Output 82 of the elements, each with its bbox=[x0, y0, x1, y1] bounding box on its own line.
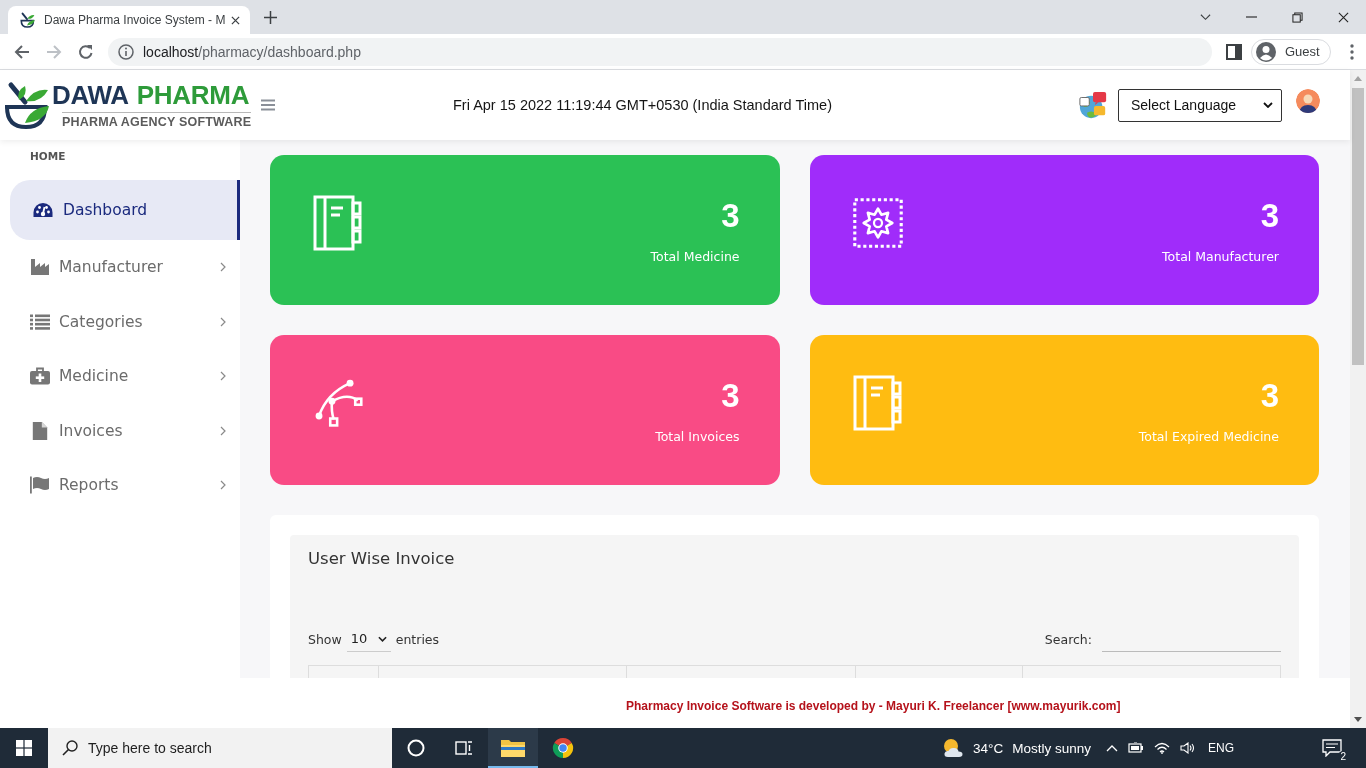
sun-cloud-icon[interactable] bbox=[942, 738, 965, 758]
scroll-down-icon[interactable] bbox=[1354, 717, 1362, 722]
flag-icon bbox=[30, 476, 50, 495]
date-time-text: Fri Apr 15 2022 11:19:44 GMT+0530 (India Standard Time) bbox=[453, 97, 832, 113]
medkit-icon bbox=[30, 367, 50, 386]
person-icon bbox=[1256, 41, 1276, 62]
chevron-right-icon bbox=[220, 480, 226, 491]
logo-tagline: PHARMA AGENCY SOFTWARE bbox=[62, 111, 252, 130]
factory-icon bbox=[30, 258, 50, 277]
scrollbar-thumb[interactable] bbox=[1352, 88, 1364, 365]
stat-count: 3 bbox=[721, 376, 740, 416]
translate-globe-icon[interactable] bbox=[1078, 90, 1108, 120]
weather-text[interactable]: Mostly sunny bbox=[1012, 740, 1091, 756]
windows-logo-icon bbox=[16, 740, 32, 756]
stat-label: Total Manufacturer bbox=[1162, 249, 1279, 264]
notebook-icon bbox=[313, 195, 363, 251]
search-icon bbox=[62, 740, 78, 756]
mortar-leaf-icon bbox=[4, 80, 52, 130]
sidebar-item[interactable]: Medicine bbox=[0, 349, 240, 404]
notebook-icon bbox=[852, 375, 903, 431]
user-avatar-icon[interactable] bbox=[1296, 89, 1320, 113]
speaker-icon[interactable] bbox=[1180, 742, 1196, 754]
stat-label: Total Medicine bbox=[650, 249, 740, 264]
sidebar-item[interactable]: Reports bbox=[0, 458, 240, 513]
sidebar-item[interactable]: Categories bbox=[0, 294, 240, 349]
browser-tab[interactable]: Dawa Pharma Invoice System - M bbox=[8, 6, 250, 34]
taskbar-app-button[interactable] bbox=[488, 728, 538, 768]
stat-count: 3 bbox=[721, 196, 740, 236]
caret-icon bbox=[1263, 102, 1273, 108]
close-icon[interactable] bbox=[1337, 11, 1349, 23]
wifi-icon[interactable] bbox=[1154, 742, 1170, 754]
browser-icon bbox=[551, 737, 575, 759]
folder-icon bbox=[501, 737, 525, 759]
new-tab-icon[interactable] bbox=[264, 10, 277, 24]
chevron-up-icon[interactable] bbox=[1106, 744, 1118, 752]
logo-title: DAWA PHARMA bbox=[52, 80, 250, 109]
stat-count: 3 bbox=[1260, 376, 1279, 416]
list-icon bbox=[30, 312, 50, 331]
task-view-icon bbox=[455, 739, 473, 757]
file-icon bbox=[30, 421, 50, 440]
search-label: Search: bbox=[1044, 631, 1092, 647]
ring-icon bbox=[407, 739, 425, 757]
stat-label: Total Invoices bbox=[655, 429, 740, 444]
entries-select[interactable]: 10 bbox=[346, 626, 391, 652]
temperature-text[interactable]: 34°C bbox=[973, 740, 1004, 756]
restore-icon[interactable] bbox=[1291, 11, 1303, 23]
language-select[interactable]: Select Language bbox=[1118, 88, 1282, 122]
sidebar-item[interactable]: Dashboard bbox=[10, 180, 240, 240]
scrollbar[interactable] bbox=[1350, 70, 1366, 728]
caret-icon bbox=[377, 635, 387, 642]
sidebar-item[interactable]: Invoices bbox=[0, 403, 240, 458]
tab-search-chevron-icon[interactable] bbox=[1199, 11, 1211, 23]
chevron-right-icon bbox=[220, 262, 226, 273]
info-icon[interactable] bbox=[118, 43, 134, 60]
entries-label: entries bbox=[395, 631, 440, 647]
address-bar[interactable]: localhost/pharmacy/dashboard.php bbox=[108, 37, 1212, 66]
gear-in-dotted-square-icon bbox=[852, 195, 903, 251]
notification-icon[interactable] bbox=[1322, 739, 1342, 757]
battery-icon[interactable] bbox=[1128, 742, 1144, 754]
sidebar-item[interactable]: Manufacturer bbox=[0, 240, 240, 295]
side-panel-icon[interactable] bbox=[1226, 43, 1242, 60]
stat-count: 3 bbox=[1260, 196, 1279, 236]
chevron-right-icon bbox=[220, 371, 226, 382]
taskbar-search-field[interactable]: Type here to search bbox=[48, 728, 392, 768]
chevron-right-icon bbox=[220, 316, 226, 327]
menu-dots-icon[interactable] bbox=[1349, 43, 1354, 60]
notification-count: 2 bbox=[1338, 751, 1348, 763]
input-language-text[interactable]: ENG bbox=[1208, 741, 1234, 755]
mortar-leaf-icon bbox=[20, 12, 36, 28]
show-label: Show bbox=[308, 631, 342, 647]
panel-title: User Wise Invoice bbox=[308, 548, 456, 570]
chevron-right-icon bbox=[220, 425, 226, 436]
menu-icon[interactable] bbox=[261, 99, 275, 111]
back-arrow-icon[interactable] bbox=[14, 43, 30, 60]
section-label: HOME bbox=[29, 150, 67, 162]
close-icon[interactable] bbox=[231, 15, 240, 25]
gauge-icon bbox=[33, 201, 53, 219]
reload-icon[interactable] bbox=[78, 43, 94, 60]
footer-credit: Pharmacy Invoice Software is developed by - Mayuri K. Freelancer [www.mayurik.com] bbox=[626, 699, 1121, 713]
stat-label: Total Expired Medicine bbox=[1138, 429, 1279, 444]
minimize-icon[interactable] bbox=[1245, 16, 1257, 18]
url-text: localhost/pharmacy/dashboard.php bbox=[143, 43, 361, 60]
